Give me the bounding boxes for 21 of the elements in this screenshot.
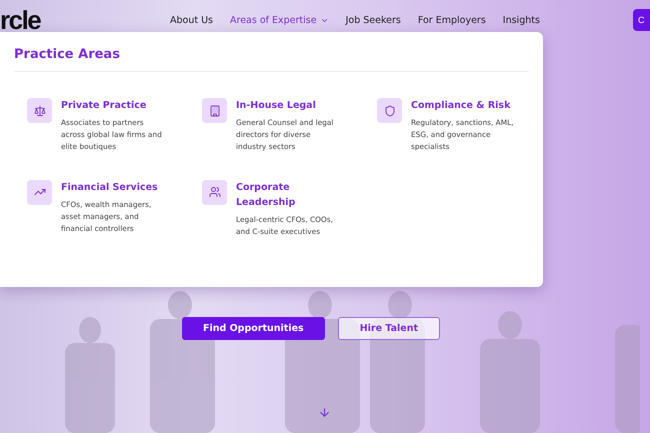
trend-up-icon (27, 180, 52, 205)
logo[interactable]: rcle (0, 4, 150, 36)
nav-link[interactable]: Job Seekers (346, 14, 401, 26)
practice-area-link[interactable]: Compliance & Risk (411, 98, 511, 113)
primary-button[interactable]: Find Opportunities (182, 317, 325, 340)
practice-area-link[interactable]: Financial Services (61, 180, 161, 195)
practice-area-link[interactable]: In-House Legal (236, 98, 336, 113)
scale-icon (27, 98, 52, 123)
outline-button[interactable]: Hire Talent (338, 317, 440, 340)
panel-title: Practice Areas (14, 47, 529, 72)
practice-area-link[interactable]: Private Practice (61, 98, 161, 113)
practice-area-link[interactable]: Corporate Leadership (236, 180, 336, 210)
people-icon (202, 180, 227, 205)
shield-icon (377, 98, 402, 123)
building-icon (202, 98, 227, 123)
cta-button[interactable]: C (633, 9, 650, 31)
nav-link[interactable]: About Us (170, 14, 214, 26)
arrow-down-icon[interactable] (318, 406, 330, 419)
nav-link[interactable]: Insights (502, 14, 540, 26)
nav-link[interactable]: For Employers (418, 14, 486, 26)
nav-link[interactable]: Areas of Expertise (230, 14, 329, 26)
